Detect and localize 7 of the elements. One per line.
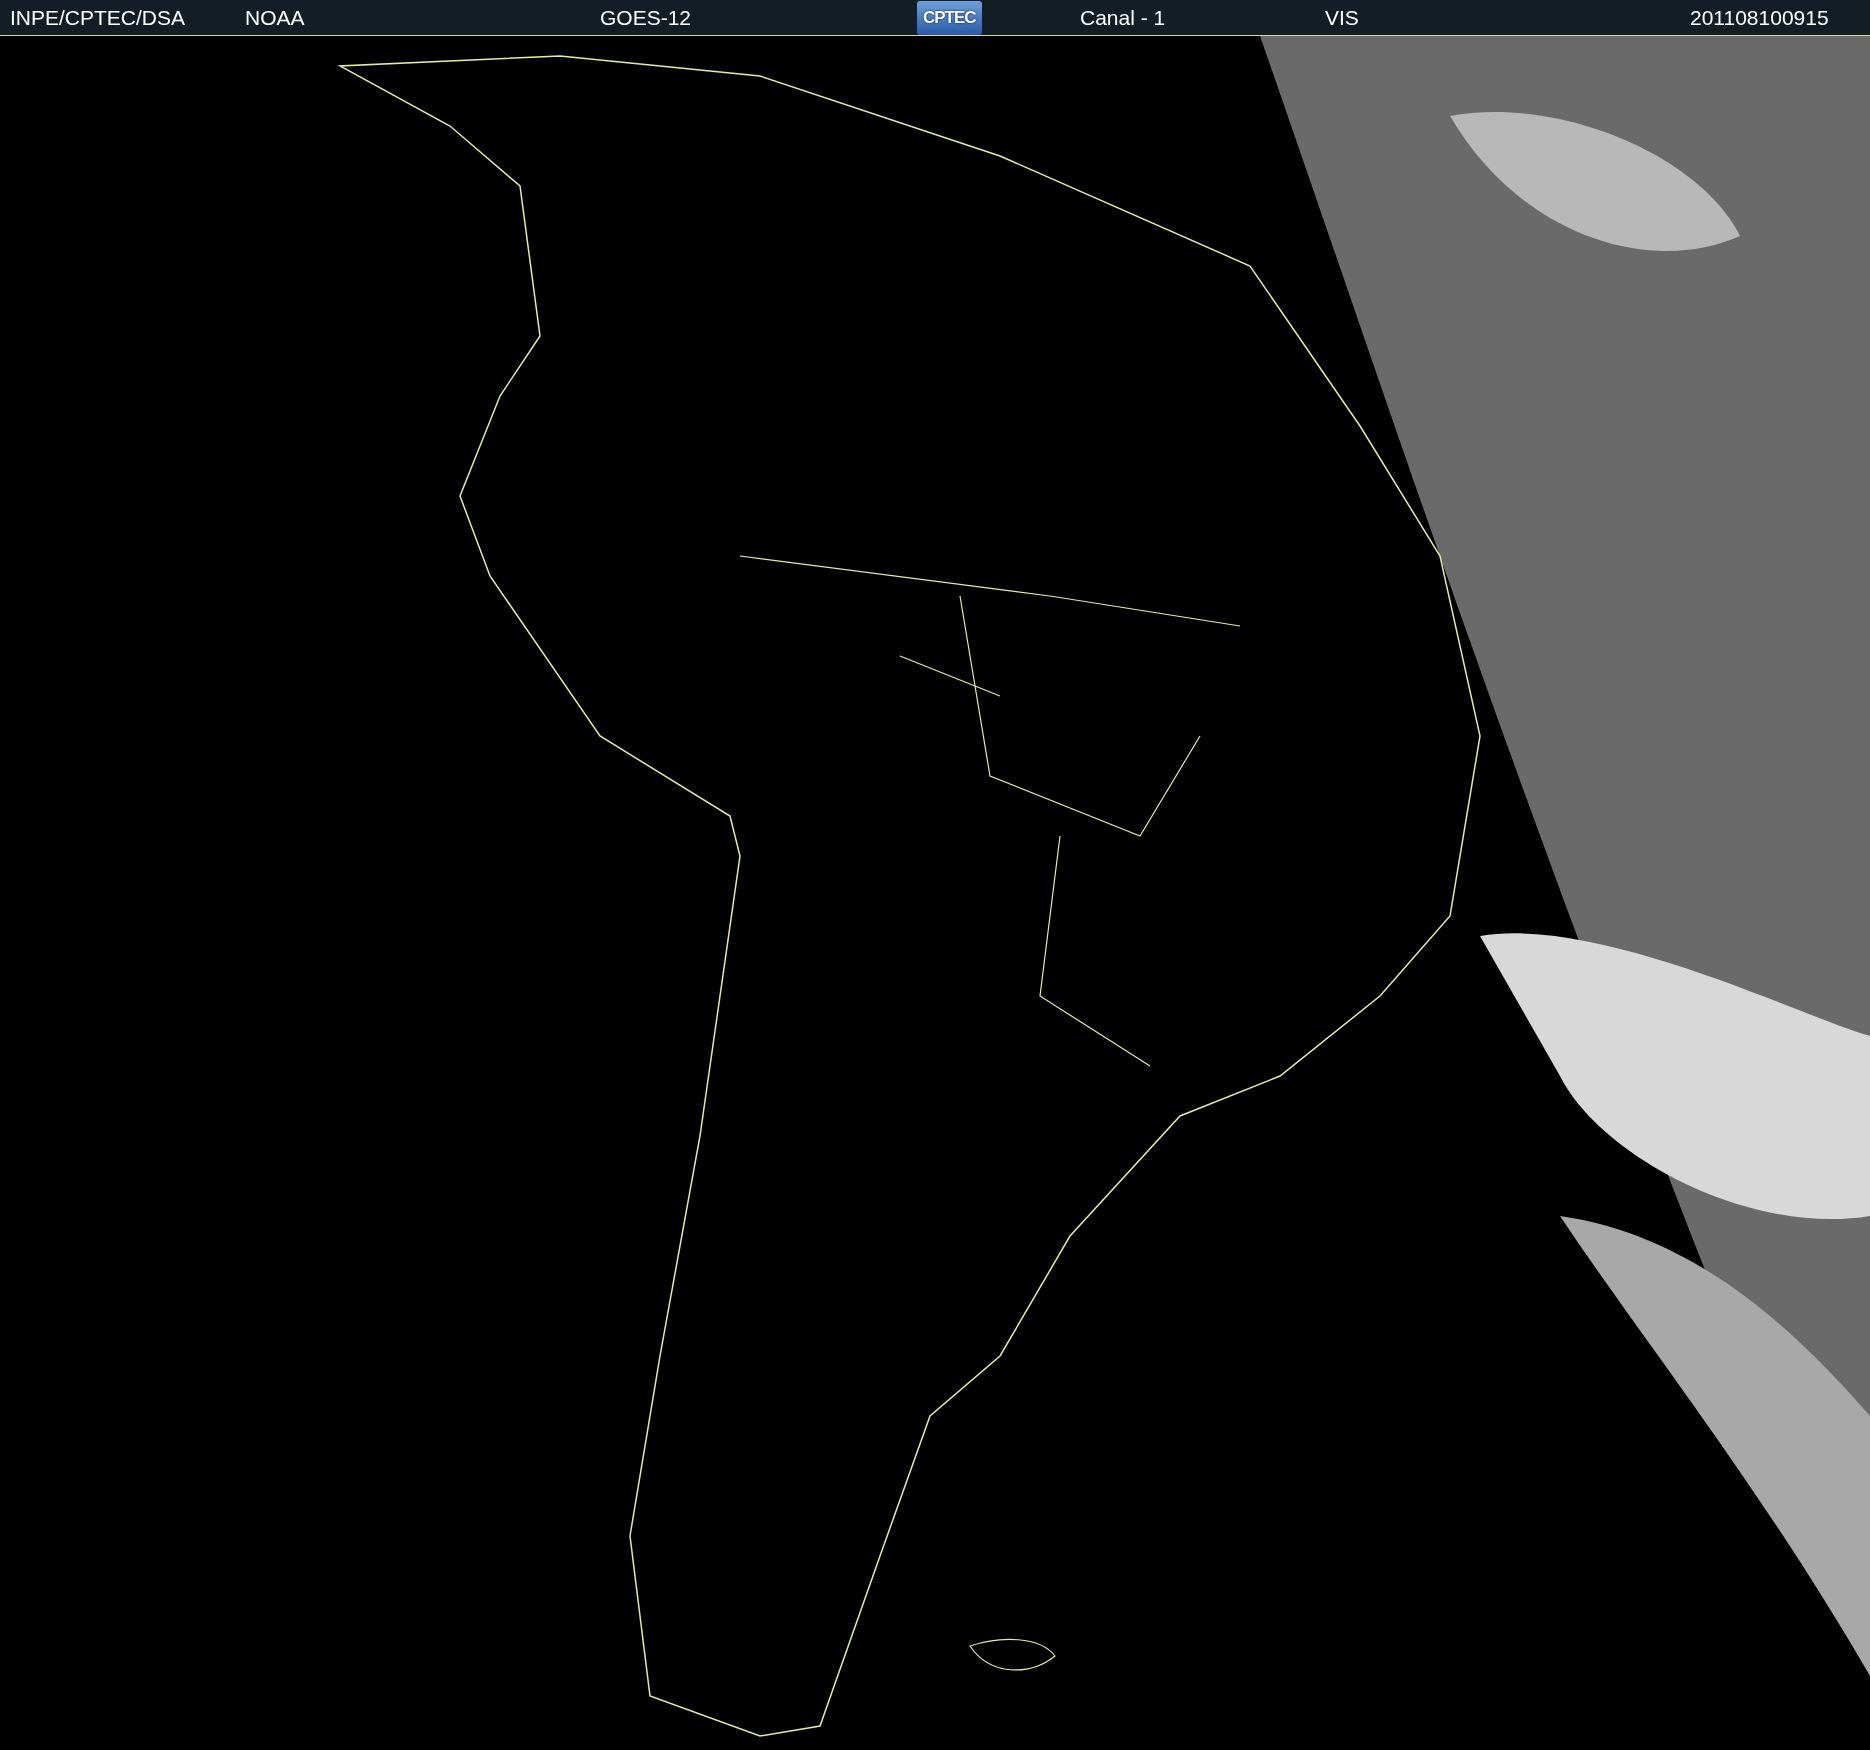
header-label: Canal - 1 bbox=[1080, 4, 1166, 31]
logo: CPTEC bbox=[917, 0, 982, 35]
header-label: 201108100915 bbox=[1690, 4, 1829, 31]
header-label: VIS bbox=[1325, 4, 1359, 31]
header-label: INPE/CPTEC/DSA bbox=[10, 4, 186, 31]
header-label: NOAA bbox=[245, 4, 305, 31]
header-label: GOES-12 bbox=[600, 4, 692, 31]
